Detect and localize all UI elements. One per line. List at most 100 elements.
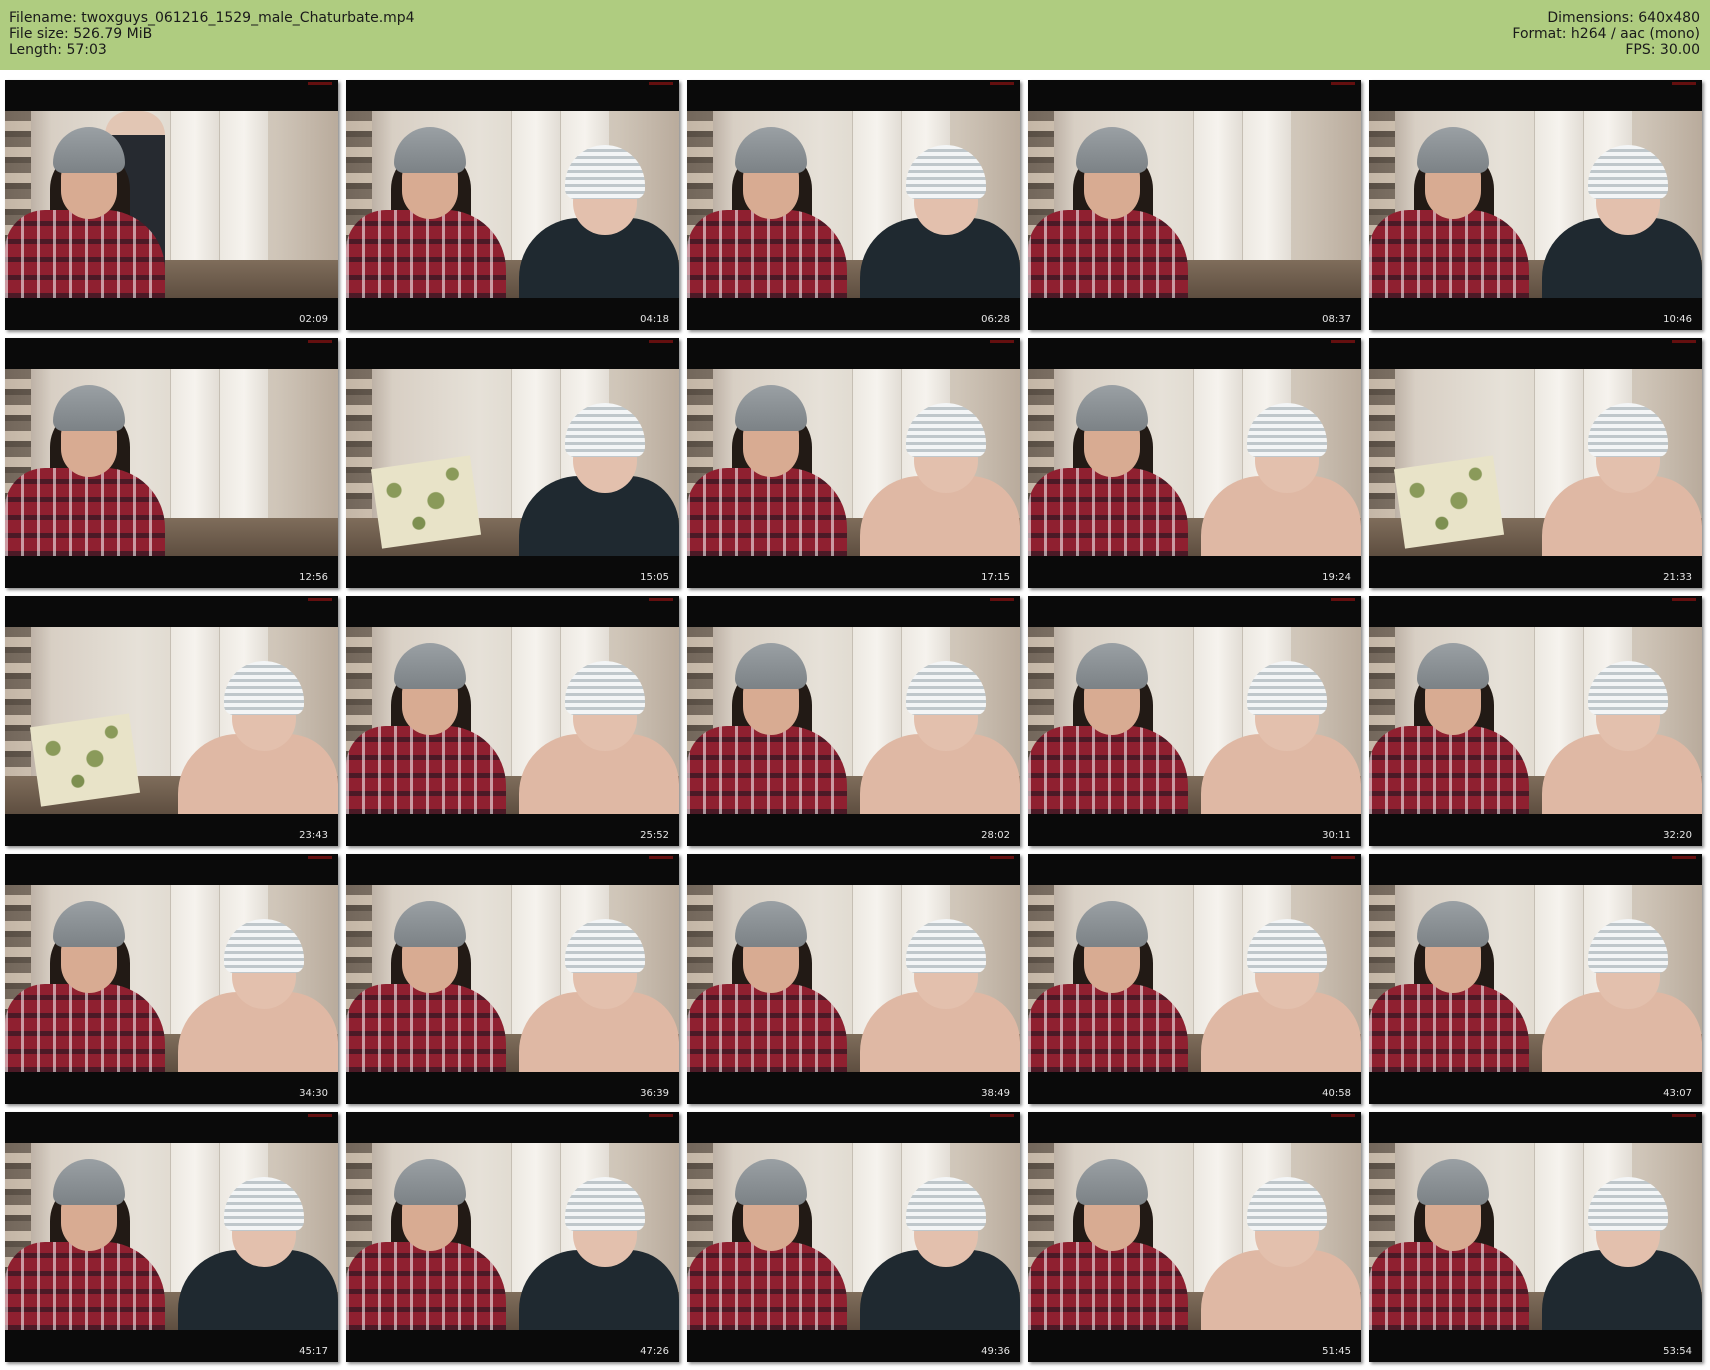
gray-beanie-shape xyxy=(735,127,807,173)
closet-door-shape xyxy=(1193,111,1242,261)
flannel-shirt-shape xyxy=(1369,1242,1529,1330)
timestamp-label: 30:11 xyxy=(1322,830,1351,841)
timestamp-label: 32:20 xyxy=(1663,830,1692,841)
thumbnail-frame: 45:17 xyxy=(5,1112,338,1362)
gray-beanie-shape xyxy=(1417,127,1489,173)
shelf-shape xyxy=(1369,369,1395,519)
timestamp-label: 17:15 xyxy=(981,572,1010,583)
timestamp-label: 38:49 xyxy=(981,1088,1010,1099)
video-frame-image xyxy=(5,627,338,814)
watermark-mark xyxy=(990,82,1014,85)
video-frame-image xyxy=(1028,111,1361,298)
watermark-mark xyxy=(649,598,673,601)
video-frame-image xyxy=(346,111,679,298)
closet-door-shape xyxy=(1242,111,1291,261)
video-frame-image xyxy=(1028,627,1361,814)
flannel-shirt-shape xyxy=(5,468,165,556)
thumbnail-frame: 43:07 xyxy=(1369,854,1702,1104)
timestamp-label: 36:39 xyxy=(640,1088,669,1099)
length-text: Length: 57:03 xyxy=(9,42,107,58)
gray-beanie-shape xyxy=(1076,901,1148,947)
video-frame-image xyxy=(5,1143,338,1330)
video-frame-image xyxy=(5,885,338,1072)
gray-beanie-shape xyxy=(735,643,807,689)
thumbnail-frame: 38:49 xyxy=(687,854,1020,1104)
gray-beanie-shape xyxy=(735,901,807,947)
video-frame-image xyxy=(687,885,1020,1072)
thumbnail-frame: 51:45 xyxy=(1028,1112,1361,1362)
closet-door-shape xyxy=(170,111,219,261)
thumbnail-grid: 02:09 04:18 06:28 08:37 10:46 12:56 15:05 17:15… xyxy=(5,80,1705,1365)
video-frame-image xyxy=(687,1143,1020,1330)
flannel-shirt-shape xyxy=(1028,984,1188,1072)
flannel-shirt-shape xyxy=(687,726,847,814)
flannel-shirt-shape xyxy=(1028,1242,1188,1330)
flannel-shirt-shape xyxy=(5,1242,165,1330)
thumbnail-frame: 12:56 xyxy=(5,338,338,588)
watermark-mark xyxy=(1672,1114,1696,1117)
thumbnail-frame: 19:24 xyxy=(1028,338,1361,588)
watermark-mark xyxy=(990,598,1014,601)
thumbnail-frame: 34:30 xyxy=(5,854,338,1104)
timestamp-label: 23:43 xyxy=(299,830,328,841)
pillow-shape xyxy=(29,713,141,807)
timestamp-label: 47:26 xyxy=(640,1346,669,1357)
timestamp-label: 12:56 xyxy=(299,572,328,583)
timestamp-label: 10:46 xyxy=(1663,314,1692,325)
thumbnail-frame: 28:02 xyxy=(687,596,1020,846)
closet-door-shape xyxy=(219,111,268,261)
video-frame-image xyxy=(346,885,679,1072)
timestamp-label: 45:17 xyxy=(299,1346,328,1357)
shelf-shape xyxy=(346,369,372,519)
video-frame-image xyxy=(1369,885,1702,1072)
flannel-shirt-shape xyxy=(5,210,165,298)
watermark-mark xyxy=(649,340,673,343)
gray-beanie-shape xyxy=(1417,643,1489,689)
gray-beanie-shape xyxy=(1417,1159,1489,1205)
timestamp-label: 04:18 xyxy=(640,314,669,325)
watermark-mark xyxy=(990,340,1014,343)
timestamp-label: 02:09 xyxy=(299,314,328,325)
thumbnail-frame: 06:28 xyxy=(687,80,1020,330)
filename-text: Filename: twoxguys_061216_1529_male_Chat… xyxy=(9,10,415,26)
file-info-right: Dimensions: 640x480 Format: h264 / aac (… xyxy=(1512,10,1700,58)
thumbnail-frame: 02:09 xyxy=(5,80,338,330)
video-frame-image xyxy=(1369,1143,1702,1330)
thumbnail-frame: 04:18 xyxy=(346,80,679,330)
video-frame-image xyxy=(1028,885,1361,1072)
flannel-shirt-shape xyxy=(1369,726,1529,814)
watermark-mark xyxy=(308,340,332,343)
timestamp-label: 25:52 xyxy=(640,830,669,841)
video-frame-image xyxy=(1369,111,1702,298)
shelf-shape xyxy=(5,627,31,777)
timestamp-label: 21:33 xyxy=(1663,572,1692,583)
video-frame-image xyxy=(687,369,1020,556)
flannel-shirt-shape xyxy=(687,984,847,1072)
timestamp-label: 49:36 xyxy=(981,1346,1010,1357)
video-frame-image xyxy=(1369,627,1702,814)
watermark-mark xyxy=(308,82,332,85)
watermark-mark xyxy=(1672,340,1696,343)
gray-beanie-shape xyxy=(735,1159,807,1205)
watermark-mark xyxy=(649,1114,673,1117)
flannel-shirt-shape xyxy=(346,984,506,1072)
video-frame-image xyxy=(5,369,338,556)
gray-beanie-shape xyxy=(1417,901,1489,947)
watermark-mark xyxy=(1672,856,1696,859)
watermark-mark xyxy=(308,856,332,859)
gray-beanie-shape xyxy=(1076,643,1148,689)
gray-beanie-shape xyxy=(1076,1159,1148,1205)
pillow-shape xyxy=(370,455,482,549)
flannel-shirt-shape xyxy=(1369,984,1529,1072)
watermark-mark xyxy=(1672,82,1696,85)
closet-door-shape xyxy=(219,369,268,519)
timestamp-label: 51:45 xyxy=(1322,1346,1351,1357)
timestamp-label: 08:37 xyxy=(1322,314,1351,325)
file-info-left: Filename: twoxguys_061216_1529_male_Chat… xyxy=(9,10,415,58)
thumbnail-frame: 17:15 xyxy=(687,338,1020,588)
video-frame-image xyxy=(346,1143,679,1330)
flannel-shirt-shape xyxy=(1028,726,1188,814)
video-frame-image xyxy=(1369,369,1702,556)
timestamp-label: 53:54 xyxy=(1663,1346,1692,1357)
fps-text: FPS: 30.00 xyxy=(1625,42,1700,58)
